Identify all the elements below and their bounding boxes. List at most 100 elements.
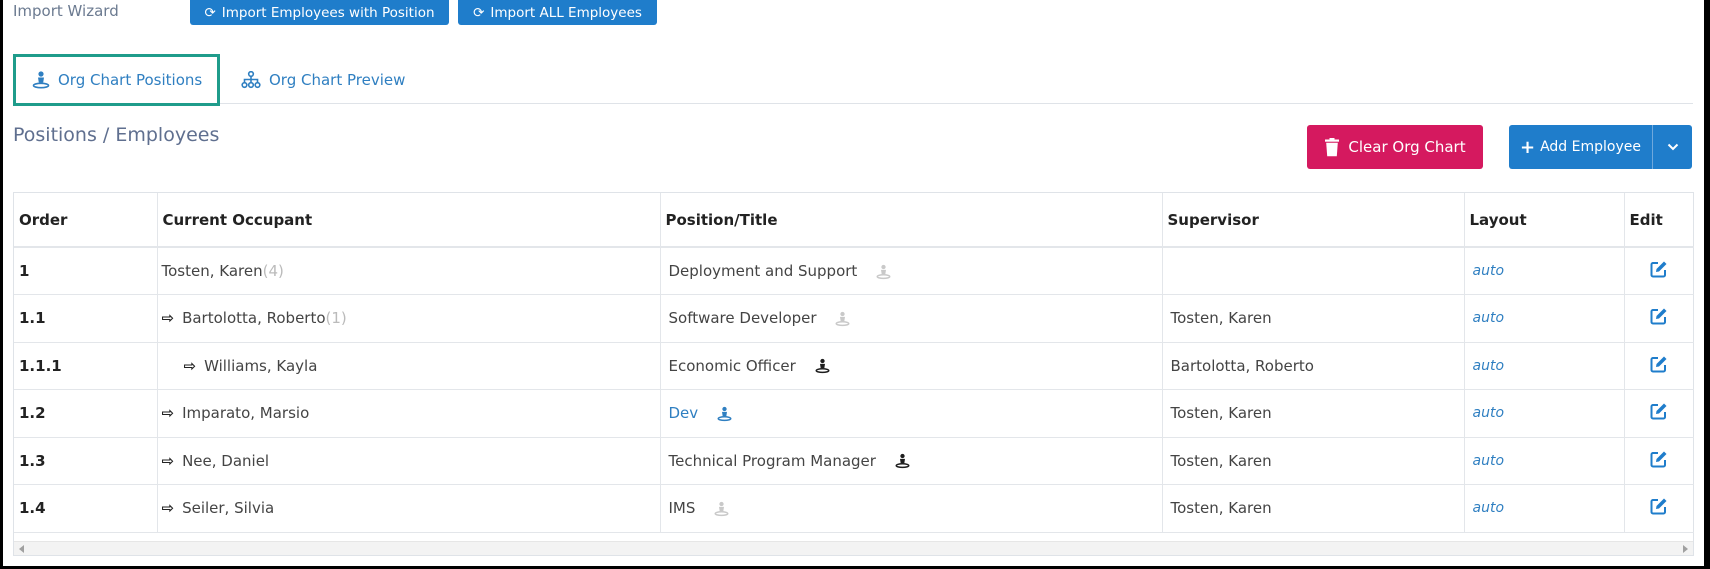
supervisor-cell	[1162, 247, 1465, 295]
column-header-layout[interactable]: Layout	[1464, 193, 1625, 248]
edit-icon[interactable]	[1650, 355, 1668, 373]
positions-table-container: Order Current Occupant Position/Title Su…	[13, 192, 1694, 556]
order-cell: 1.2	[14, 389, 158, 438]
direct-report-count: (1)	[325, 309, 347, 328]
person-position-icon[interactable]	[895, 453, 910, 469]
add-employee-button[interactable]: + Add Employee	[1509, 125, 1652, 169]
edit-cell	[1624, 247, 1694, 295]
person-position-icon[interactable]	[815, 358, 830, 374]
table-header-row: Order Current Occupant Position/Title Su…	[14, 193, 1694, 248]
supervisor-cell: Bartolotta, Roberto	[1162, 342, 1465, 390]
edit-cell	[1624, 437, 1694, 485]
org-chart-icon	[241, 71, 261, 89]
layout-cell[interactable]: auto	[1464, 389, 1625, 438]
supervisor-cell: Tosten, Karen	[1162, 484, 1465, 533]
layout-cell[interactable]: auto	[1464, 294, 1625, 343]
current-occupant-cell: ⇨ Nee, Daniel	[157, 437, 661, 485]
table-row: 1.1 ⇨ Bartolotta, Roberto(1) Software Dev…	[14, 294, 1694, 343]
position-title[interactable]: Dev	[669, 404, 699, 422]
tab-bar: Org Chart Positions Org Chart Preview	[13, 54, 1693, 106]
position-title-cell: Deployment and Support	[660, 247, 1163, 295]
chevron-down-icon	[1667, 143, 1678, 151]
table-row: 1 Tosten, Karen(4) Deployment and Suppor…	[14, 247, 1694, 295]
add-employee-button-group: + Add Employee	[1509, 125, 1692, 169]
person-position-icon[interactable]	[714, 501, 729, 517]
position-title-cell: Economic Officer	[660, 342, 1163, 390]
column-header-supervisor[interactable]: Supervisor	[1162, 193, 1465, 248]
person-position-icon[interactable]	[876, 264, 891, 280]
clear-org-chart-button[interactable]: Clear Org Chart	[1307, 125, 1483, 169]
occupant-name[interactable]: Tosten, Karen	[162, 262, 263, 280]
occupant-name[interactable]: Seiler, Silvia	[182, 499, 274, 517]
layout-cell[interactable]: auto	[1464, 484, 1625, 533]
position-title: Technical Program Manager	[668, 451, 876, 470]
app-window: Import Wizard ⟳ Import Employees with Po…	[3, 0, 1704, 566]
arrow-right-icon: ⇨	[161, 499, 175, 518]
current-occupant-cell: ⇨ Imparato, Marsio	[157, 389, 661, 438]
arrow-right-icon: ⇨	[183, 356, 197, 375]
person-position-icon[interactable]	[717, 406, 732, 422]
arrow-right-icon: ⇨	[161, 451, 175, 470]
column-header-position-title[interactable]: Position/Title	[660, 193, 1163, 248]
direct-report-count: (4)	[262, 262, 284, 280]
occupant-name[interactable]: Bartolotta, Roberto	[182, 309, 325, 327]
supervisor-cell: Tosten, Karen	[1162, 389, 1465, 438]
position-title-cell: Technical Program Manager	[660, 437, 1163, 485]
supervisor-cell: Tosten, Karen	[1162, 294, 1465, 343]
current-occupant-cell: ⇨ Seiler, Silvia	[157, 484, 661, 533]
edit-cell	[1624, 294, 1694, 343]
edit-icon[interactable]	[1650, 497, 1668, 515]
scroll-right-arrow-icon[interactable]	[1683, 545, 1688, 553]
current-occupant-cell: ⇨ Williams, Kayla	[157, 342, 661, 390]
order-cell: 1	[14, 247, 158, 295]
tab-org-chart-positions[interactable]: Org Chart Positions	[13, 54, 220, 106]
edit-cell	[1624, 389, 1694, 438]
layout-cell[interactable]: auto	[1464, 247, 1625, 295]
arrow-right-icon: ⇨	[161, 404, 175, 423]
position-title: IMS	[668, 499, 696, 518]
position-title: Software Developer	[668, 309, 817, 328]
arrow-right-icon: ⇨	[161, 309, 175, 328]
tab-org-chart-preview[interactable]: Org Chart Preview	[241, 54, 405, 106]
edit-cell	[1624, 484, 1694, 533]
layout-cell[interactable]: auto	[1464, 437, 1625, 485]
position-title-cell: IMS	[660, 484, 1163, 533]
horizontal-scrollbar[interactable]	[14, 541, 1693, 555]
supervisor-cell: Tosten, Karen	[1162, 437, 1465, 485]
order-cell: 1.1.1	[14, 342, 158, 390]
edit-cell	[1624, 342, 1694, 390]
occupant-name[interactable]: Imparato, Marsio	[182, 404, 309, 422]
refresh-icon: ⟳	[473, 4, 485, 21]
scroll-left-arrow-icon[interactable]	[19, 545, 24, 553]
current-occupant-cell: ⇨ Bartolotta, Roberto(1)	[157, 294, 661, 343]
order-cell: 1.1	[14, 294, 158, 343]
order-cell: 1.4	[14, 484, 158, 533]
occupant-name[interactable]: Williams, Kayla	[204, 357, 317, 375]
position-title: Deployment and Support	[668, 262, 858, 280]
import-all-button[interactable]: ⟳ Import ALL Employees	[458, 0, 657, 25]
edit-icon[interactable]	[1650, 450, 1668, 468]
position-title: Economic Officer	[668, 356, 796, 375]
edit-icon[interactable]	[1650, 260, 1668, 278]
layout-cell[interactable]: auto	[1464, 342, 1625, 390]
current-occupant-cell: Tosten, Karen(4)	[157, 247, 661, 295]
table-row: 1.4 ⇨ Seiler, Silvia IMS Tosten, Karen au…	[14, 484, 1694, 533]
column-header-edit: Edit	[1624, 193, 1694, 248]
position-title-cell: Dev	[660, 389, 1163, 438]
positions-table: Order Current Occupant Position/Title Su…	[14, 193, 1694, 533]
column-header-current-occupant[interactable]: Current Occupant	[157, 193, 661, 248]
import-wizard-label: Import Wizard	[13, 2, 119, 20]
refresh-icon: ⟳	[204, 4, 216, 21]
table-row: 1.1.1 ⇨ Williams, Kayla Economic Officer …	[14, 342, 1694, 390]
column-header-order[interactable]: Order	[14, 193, 158, 248]
add-employee-dropdown-toggle[interactable]	[1652, 125, 1692, 169]
edit-icon[interactable]	[1650, 402, 1668, 420]
import-with-position-button[interactable]: ⟳ Import Employees with Position	[190, 0, 449, 25]
edit-icon[interactable]	[1650, 307, 1668, 325]
occupant-name[interactable]: Nee, Daniel	[182, 452, 269, 470]
trash-icon	[1325, 137, 1340, 156]
section-title: Positions / Employees	[13, 124, 220, 146]
person-position-icon[interactable]	[835, 311, 850, 327]
plus-icon: +	[1520, 136, 1536, 158]
position-title-cell: Software Developer	[660, 294, 1163, 343]
